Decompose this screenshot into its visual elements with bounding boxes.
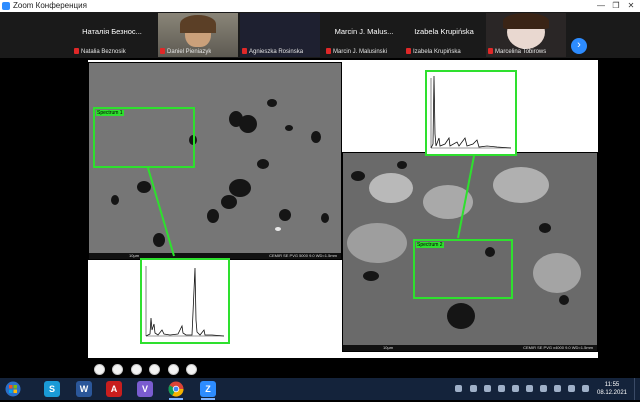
participant-tile[interactable]: Izabela Krupińska Izabela Krupińska (404, 13, 484, 57)
muted-mic-icon (160, 48, 165, 54)
tray-notification-icon[interactable] (582, 385, 589, 392)
windows-start-icon[interactable] (5, 381, 21, 397)
word-icon[interactable]: W (76, 381, 92, 397)
chrome-icon[interactable] (168, 381, 184, 400)
muted-mic-icon (406, 48, 411, 54)
clock-time: 11:55 (604, 382, 620, 388)
tray-app-icon[interactable] (484, 385, 491, 392)
participant-name: Наталія Безнос... (82, 27, 142, 36)
participant-name: Izabela Krupińska (414, 27, 474, 36)
view-slides-button[interactable] (149, 364, 161, 375)
eds-spectrum-2 (425, 70, 517, 156)
eds-spectrum-2-plot (430, 75, 512, 149)
spectrum-2-region: Spectrum 2 (413, 239, 513, 299)
shared-screen: 10µm CEMIR SE PVG 5000 9.0 WD=1.5mm Spec… (88, 60, 598, 375)
participant-label: Agnieszka Rosinska (242, 48, 303, 55)
scale-label: 10µm (129, 253, 140, 258)
window-title: Zoom Конференция (13, 1, 87, 10)
participant-tile[interactable]: Marcelina Tobirows (486, 13, 566, 57)
more-options-button[interactable] (186, 364, 198, 375)
participant-tile[interactable]: Agnieszka Rosinska (240, 13, 320, 57)
sem-image-2: 10µm CEMIR SE PVG x4000 9.0 WD=1.5mm Spe… (342, 152, 598, 352)
participant-label: Marcin J. Malusinski (326, 48, 387, 55)
viber-icon[interactable]: V (137, 381, 153, 397)
spectrum-1-label: Spectrum 1 (96, 110, 124, 116)
windows-taskbar: S W A V Z 11:55 08.12.2021 (0, 378, 640, 400)
participant-tile-active[interactable]: Daniel Pieniazyk (158, 13, 238, 57)
next-slide-button[interactable] (112, 364, 124, 375)
clock-date: 08.12.2021 (596, 390, 628, 396)
tray-network-icon[interactable] (470, 385, 477, 392)
tray-chevron-icon[interactable] (455, 385, 462, 392)
participant-gallery: Наталія Безнос... Natalia Beznosik Danie… (0, 12, 640, 58)
tray-app-icon[interactable] (526, 385, 533, 392)
tray-language-icon[interactable] (568, 385, 575, 392)
sem-image-1: 10µm CEMIR SE PVG 5000 9.0 WD=1.5mm Spec… (88, 62, 342, 260)
participant-name: Marcin J. Malus... (334, 27, 394, 36)
muted-mic-icon (326, 48, 331, 54)
tray-volume-icon[interactable] (554, 385, 561, 392)
close-button[interactable]: ✕ (624, 0, 638, 12)
zoom-icon[interactable]: Z (200, 381, 216, 400)
participant-tile[interactable]: Marcin J. Malus... Marcin J. Malusinski (324, 13, 404, 57)
sem-info: CEMIR SE PVG 5000 9.0 WD=1.5mm (269, 253, 337, 258)
maximize-button[interactable]: ❐ (609, 0, 623, 12)
muted-mic-icon (242, 48, 247, 54)
participant-tile[interactable]: Наталія Безнос... Natalia Beznosik (72, 13, 152, 57)
zoom-slide-button[interactable] (167, 364, 179, 375)
title-bar: Zoom Конференция — ❐ ✕ (0, 0, 640, 12)
eds-spectrum-1 (140, 258, 230, 344)
skype-icon[interactable]: S (44, 381, 60, 397)
eds-spectrum-1-plot (145, 266, 225, 337)
system-clock[interactable]: 11:55 08.12.2021 (596, 381, 628, 397)
tray-battery-icon[interactable] (540, 385, 547, 392)
participant-label: Izabela Krupińska (406, 48, 461, 55)
muted-mic-icon (74, 48, 79, 54)
sem-info-bar: 10µm CEMIR SE PVG x4000 9.0 WD=1.5mm (343, 345, 597, 351)
participant-label: Daniel Pieniazyk (160, 48, 211, 55)
spectrum-1-region: Spectrum 1 (93, 107, 195, 168)
previous-slide-button[interactable] (94, 364, 105, 375)
chevron-right-icon[interactable]: › (571, 38, 587, 54)
participant-label: Natalia Beznosik (74, 48, 126, 55)
tray-app-icon[interactable] (512, 385, 519, 392)
pen-tool-button[interactable] (130, 364, 142, 375)
zoom-app-icon (2, 2, 10, 10)
tray-app-icon[interactable] (498, 385, 505, 392)
spectrum-2-label: Spectrum 2 (416, 242, 444, 248)
participant-label: Marcelina Tobirows (488, 48, 546, 55)
muted-mic-icon (488, 48, 493, 54)
sem-info: CEMIR SE PVG x4000 9.0 WD=1.5mm (523, 345, 593, 350)
scale-label: 10µm (383, 345, 394, 350)
show-desktop-button[interactable] (634, 378, 640, 400)
acrobat-icon[interactable]: A (106, 381, 122, 397)
presentation-toolbar (94, 362, 200, 375)
minimize-button[interactable]: — (594, 0, 608, 12)
